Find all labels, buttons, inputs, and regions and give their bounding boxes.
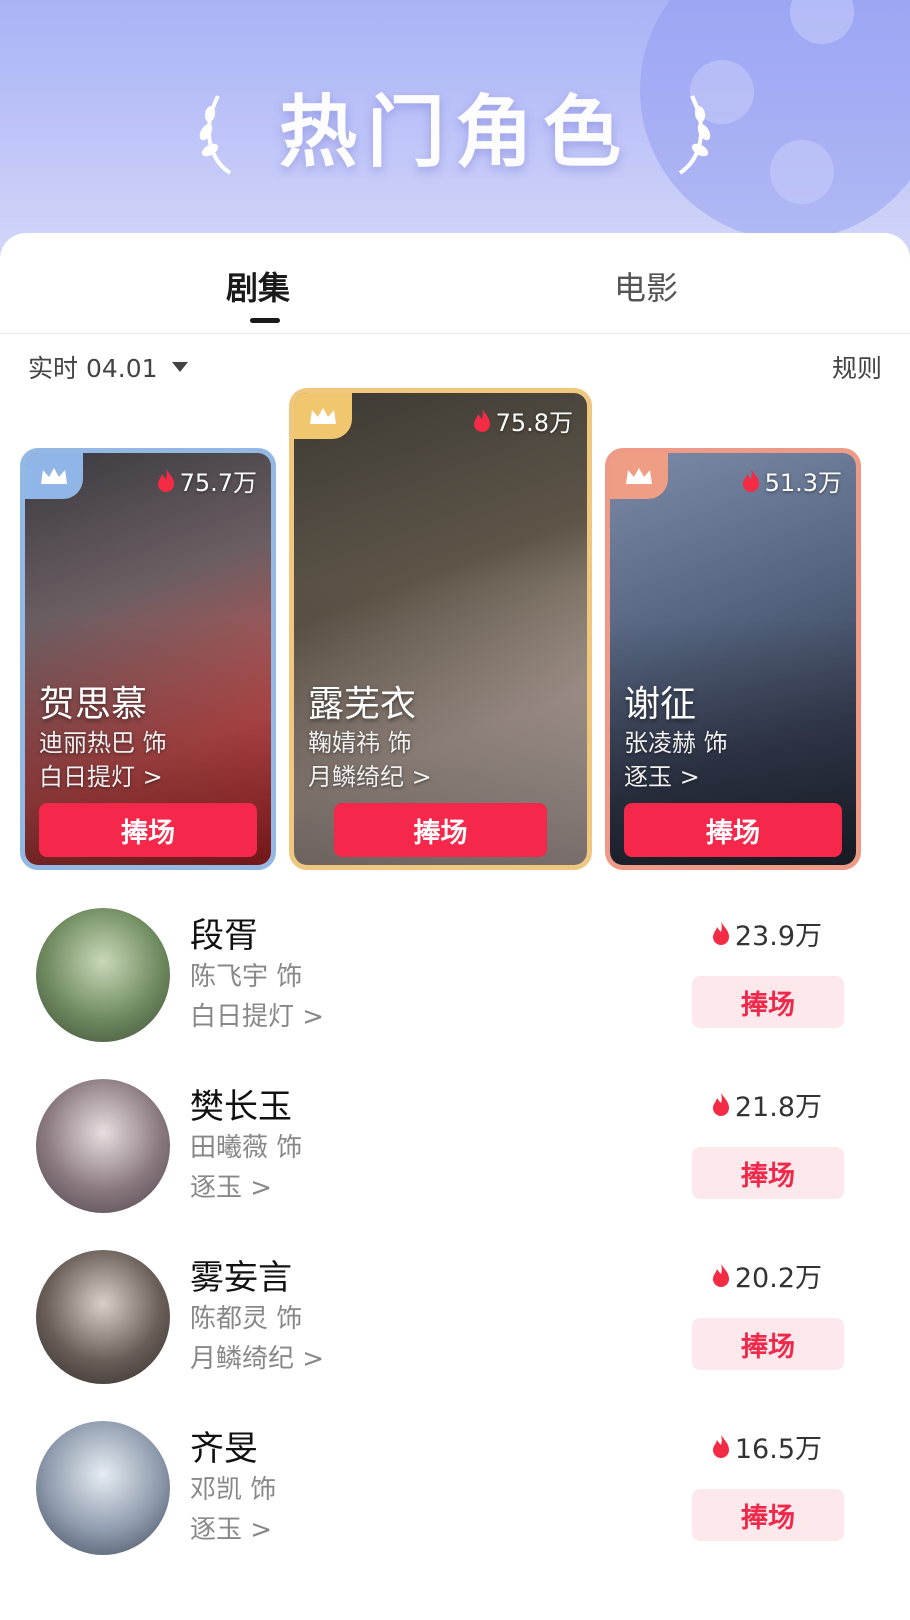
avatar <box>36 908 170 1042</box>
support-button[interactable]: 捧场 <box>624 803 842 857</box>
date-filter-label: 实时 04.01 <box>28 354 158 383</box>
heat-value-text: 51.3万 <box>764 469 842 497</box>
flame-icon <box>473 408 490 432</box>
rules-link[interactable]: 规则 <box>832 349 882 385</box>
crown-icon <box>310 408 336 424</box>
drama-link[interactable]: 白日提灯 > <box>39 757 163 792</box>
role-name: 樊长玉 <box>190 1087 292 1127</box>
avatar <box>36 1250 170 1384</box>
support-button[interactable]: 捧场 <box>692 1318 844 1370</box>
avatar <box>36 1079 170 1213</box>
heat-value: 20.2万 <box>711 1256 822 1295</box>
heat-value-text: 75.7万 <box>179 469 257 497</box>
actor-name: 迪丽热巴 饰 <box>39 729 167 757</box>
actor-name: 陈都灵 饰 <box>190 1304 303 1334</box>
heat-value: 21.8万 <box>711 1085 822 1124</box>
top-card-rank-3[interactable]: 51.3万 谢征 张凌赫 饰 逐玉 > 捧场 <box>605 448 861 870</box>
drama-link[interactable]: 白日提灯 > <box>190 996 324 1033</box>
laurel-right-icon <box>678 95 711 175</box>
heat-value-text: 75.8万 <box>495 409 573 437</box>
actor-name: 田曦薇 饰 <box>190 1133 303 1163</box>
crown-icon <box>41 468 67 484</box>
role-name: 贺思慕 <box>39 684 148 725</box>
actor-name: 陈飞宇 饰 <box>190 962 303 992</box>
heat-value-text: 20.2万 <box>734 1263 822 1294</box>
top-card-rank-2[interactable]: 75.7万 贺思慕 迪丽热巴 饰 白日提灯 > 捧场 <box>20 448 276 870</box>
role-name: 段胥 <box>190 916 258 956</box>
heat-value: 23.9万 <box>711 914 822 953</box>
actor-name: 鞠婧祎 饰 <box>308 729 412 757</box>
support-button[interactable]: 捧场 <box>334 803 547 857</box>
list-item[interactable]: 段胥 陈飞宇 饰 白日提灯 > 23.9万 捧场 <box>0 898 910 1068</box>
role-name: 齐旻 <box>190 1429 258 1469</box>
heat-value: 75.8万 <box>472 403 573 438</box>
tab-series[interactable]: 剧集 <box>226 263 290 309</box>
rank-badge <box>610 453 668 499</box>
tab-movie[interactable]: 电影 <box>614 263 678 309</box>
flame-icon <box>712 1434 729 1458</box>
flame-icon <box>742 468 759 492</box>
date-filter-dropdown[interactable]: 实时 04.01 <box>28 349 188 385</box>
page-title: 热门角色 <box>278 88 631 178</box>
heat-value-text: 16.5万 <box>734 1434 822 1465</box>
drama-link[interactable]: 逐玉 > <box>624 757 700 792</box>
support-button[interactable]: 捧场 <box>692 1489 844 1541</box>
drama-link[interactable]: 月鳞绮纪 > <box>190 1338 324 1375</box>
flame-icon <box>712 921 729 945</box>
heat-value: 75.7万 <box>156 463 257 498</box>
list-item[interactable]: 雾妄言 陈都灵 饰 月鳞绮纪 > 20.2万 捧场 <box>0 1240 910 1410</box>
heat-value-text: 21.8万 <box>734 1092 822 1123</box>
crown-icon <box>626 468 652 484</box>
active-tab-indicator <box>250 318 280 323</box>
support-button[interactable]: 捧场 <box>692 976 844 1028</box>
flame-icon <box>157 468 174 492</box>
list-item[interactable]: 齐旻 邓凯 饰 逐玉 > 16.5万 捧场 <box>0 1411 910 1581</box>
support-button[interactable]: 捧场 <box>692 1147 844 1199</box>
rank-badge <box>25 453 83 499</box>
role-name: 露芜衣 <box>308 684 417 725</box>
heat-value: 51.3万 <box>741 463 842 498</box>
flame-icon <box>712 1263 729 1287</box>
caret-down-icon <box>171 362 188 372</box>
heat-value: 16.5万 <box>711 1427 822 1466</box>
support-button[interactable]: 捧场 <box>39 803 257 857</box>
drama-link[interactable]: 逐玉 > <box>190 1167 272 1204</box>
role-name: 谢征 <box>624 684 697 725</box>
category-tabs: 剧集 电影 <box>0 233 910 334</box>
list-item[interactable]: 樊长玉 田曦薇 饰 逐玉 > 21.8万 捧场 <box>0 1069 910 1239</box>
drama-link[interactable]: 月鳞绮纪 > <box>308 757 432 792</box>
top-card-rank-1[interactable]: 75.8万 露芜衣 鞠婧祎 饰 月鳞绮纪 > 捧场 <box>289 388 592 870</box>
actor-name: 张凌赫 饰 <box>624 729 728 757</box>
drama-link[interactable]: 逐玉 > <box>190 1509 272 1546</box>
rank-badge <box>294 393 352 439</box>
role-name: 雾妄言 <box>190 1258 292 1298</box>
heat-value-text: 23.9万 <box>734 921 822 952</box>
actor-name: 邓凯 饰 <box>190 1475 277 1505</box>
avatar <box>36 1421 170 1555</box>
content-sheet: 剧集 电影 实时 04.01 规则 75.7万 贺思慕 迪丽热巴 饰 白日提灯 … <box>0 233 910 1620</box>
flame-icon <box>712 1092 729 1116</box>
